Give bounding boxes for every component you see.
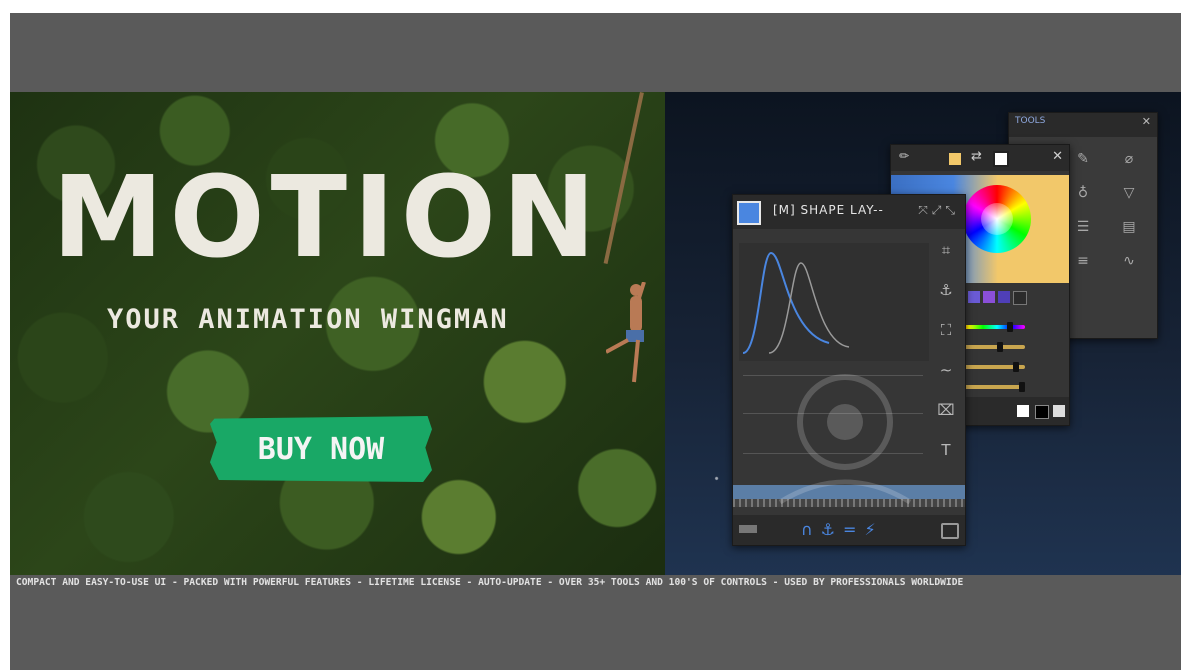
hue-slider[interactable]	[955, 317, 1063, 337]
expand-icons[interactable]: ⤧⤢⤡	[918, 203, 959, 218]
black-swatch[interactable]	[1035, 405, 1049, 419]
frame-icon[interactable]: ⛶	[935, 321, 957, 339]
stroke-swatch[interactable]	[993, 151, 1009, 167]
smooth-icon[interactable]: ∼	[935, 361, 957, 379]
shape-panel-header: [M] SHAPE LAY-- ⤧⤢⤡	[733, 195, 965, 229]
crop-icon[interactable]: ⌧	[935, 401, 957, 419]
swatch-chip[interactable]	[983, 291, 995, 303]
feature-ticker: COMPACT AND EASY-TO-USE UI - PACKED WITH…	[16, 577, 964, 588]
white-swatch[interactable]	[1017, 405, 1029, 417]
shape-panel-title: [M] SHAPE LAY--	[773, 203, 884, 217]
shape-side-tools: ⌗ ⚓ ⛶ ∼ ⌧ T	[935, 241, 957, 459]
swatch-chip[interactable]	[998, 291, 1010, 303]
close-icon[interactable]: ✕	[1052, 149, 1063, 164]
dots-tool-icon[interactable]: ∿	[1109, 249, 1149, 273]
brightness-slider[interactable]	[955, 357, 1063, 377]
color-wheel[interactable]	[963, 185, 1031, 253]
folder-icon[interactable]	[941, 523, 959, 539]
buy-now-button[interactable]: BUY NOW	[210, 416, 432, 482]
close-icon[interactable]: ✕	[1142, 115, 1151, 128]
swatch-chip[interactable]	[968, 291, 980, 303]
menu-icon[interactable]	[739, 525, 757, 533]
hero-tagline: YOUR ANIMATION WINGMAN	[107, 304, 509, 335]
watermark-logo	[778, 374, 912, 505]
shape-layer-icon	[737, 201, 761, 225]
tools-panel-header: TOOLS	[1009, 113, 1157, 137]
alpha-slider[interactable]	[955, 377, 1063, 397]
swatch-chip[interactable]	[1013, 291, 1027, 305]
pencil-icon[interactable]: ✏	[899, 149, 909, 163]
promo-banner: MOTION YOUR ANIMATION WINGMAN BUY NOW TO…	[10, 92, 1181, 575]
text-icon[interactable]: T	[935, 441, 957, 459]
align-icon[interactable]: ⌗	[935, 241, 957, 259]
swap-icon[interactable]: ⇄	[971, 149, 982, 164]
fill-swatch[interactable]	[949, 153, 961, 165]
color-sliders	[955, 317, 1063, 397]
color-panel-header: ✏ ⇄ ✕	[891, 145, 1069, 171]
climber-figure	[606, 282, 646, 383]
clipboard-tool-icon[interactable]: ▤	[1109, 215, 1149, 239]
clip-tool-icon[interactable]: ⌀	[1109, 147, 1149, 171]
hero-title: MOTION	[52, 153, 602, 283]
none-swatch[interactable]	[1053, 405, 1065, 417]
saturation-slider[interactable]	[955, 337, 1063, 357]
funnel-tool-icon[interactable]: ▽	[1109, 181, 1149, 205]
anchor-icon[interactable]: ⚓	[935, 281, 957, 299]
